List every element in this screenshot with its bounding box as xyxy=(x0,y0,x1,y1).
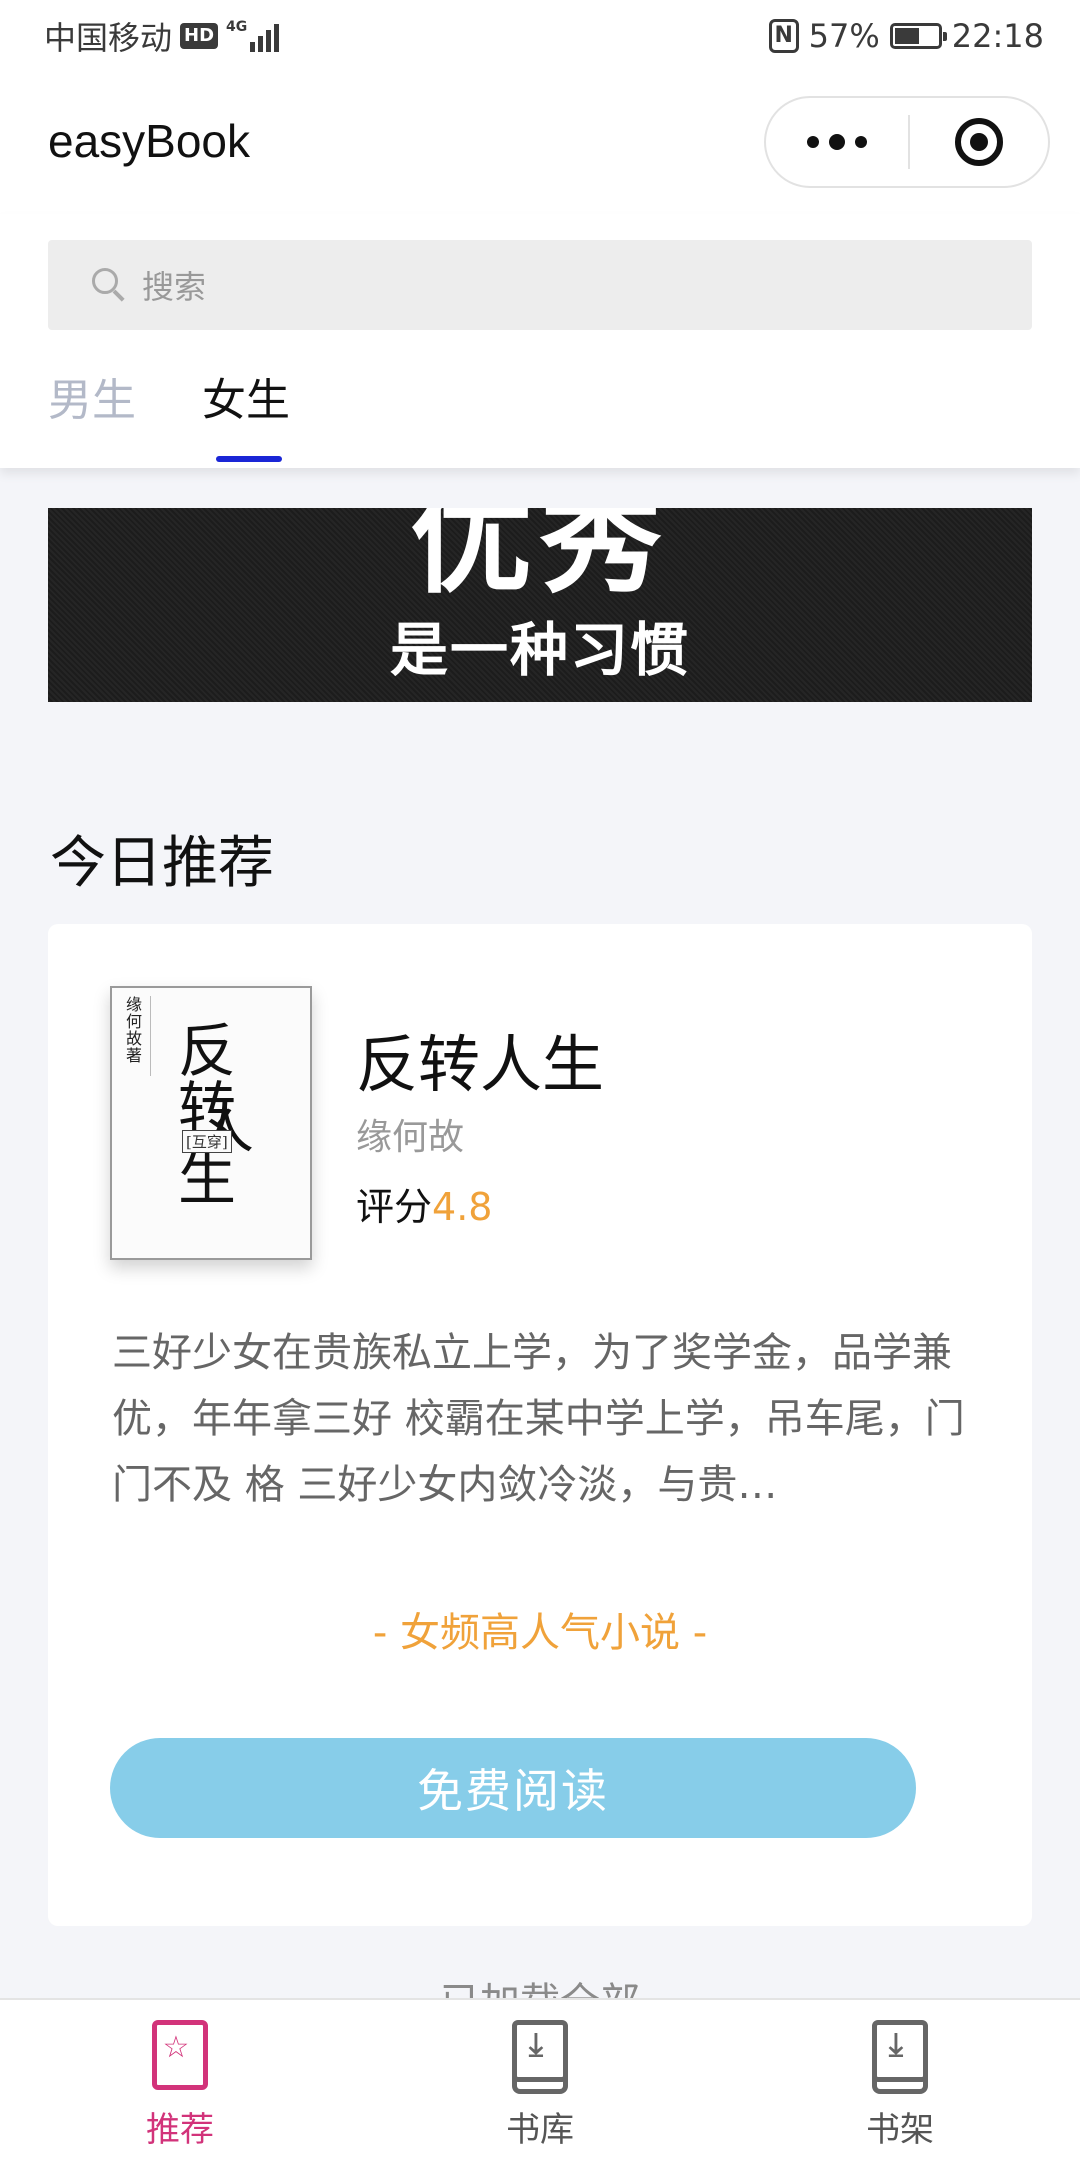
app-header: easyBook xyxy=(0,74,1080,214)
nav-item-recommend[interactable]: ☆ 推荐 xyxy=(0,2000,360,2160)
bottom-nav: ☆ 推荐 ⤓ 书库 ⤓ 书架 xyxy=(0,1998,1080,2160)
mini-program-capsule xyxy=(764,96,1050,188)
book-tagline: - 女频高人气小说 - xyxy=(372,1610,708,1656)
book-summary: 三好少女在贵族私立上学，为了奖学金，品学兼优，年年拿三好 校霸在某中学上学，吊车… xyxy=(112,1330,965,1508)
nav-label: 书库 xyxy=(506,2110,574,2150)
status-right: N 57% 22:18 xyxy=(768,14,1044,58)
promo-banner[interactable]: 优秀 是一种习惯 xyxy=(48,508,1032,702)
search-placeholder: 搜索 xyxy=(142,268,207,306)
nfc-icon: N xyxy=(768,19,799,53)
rating-value: 4.8 xyxy=(432,1185,493,1229)
tab-label: 女生 xyxy=(202,375,290,426)
nav-item-library[interactable]: ⤓ 书库 xyxy=(360,2000,720,2160)
tab-label: 男生 xyxy=(48,375,136,426)
network-label: 4G xyxy=(226,19,248,35)
target-icon xyxy=(955,118,1003,166)
cover-title: 反 转 人 生 xyxy=(178,1022,258,1208)
download-book-icon: ⤓ xyxy=(508,2020,572,2098)
section-title: 今日推荐 xyxy=(50,831,274,896)
book-cover[interactable]: 缘何故著 反 转 人 生 [互穿] xyxy=(110,986,312,1260)
banner-subline: 是一种习惯 xyxy=(389,616,690,684)
cover-divider xyxy=(150,996,163,1076)
book-author: 缘何故 xyxy=(356,1117,465,1158)
tab-female[interactable]: 女生 xyxy=(202,364,290,468)
download-book-icon: ⤓ xyxy=(868,2020,932,2098)
nav-label: 推荐 xyxy=(146,2110,214,2150)
book-title[interactable]: 反转人生 xyxy=(356,1014,604,1104)
app-title: easyBook xyxy=(48,115,251,167)
search-icon xyxy=(92,268,126,302)
search-input[interactable]: 搜索 xyxy=(48,240,1032,330)
rating-label: 评分 xyxy=(356,1185,433,1229)
gender-tabs: 男生 女生 xyxy=(48,364,290,468)
status-bar: 中国移动 HD 4G N 57% 22:18 xyxy=(0,0,1080,74)
tab-male[interactable]: 男生 xyxy=(48,364,136,468)
clock: 22:18 xyxy=(951,17,1044,55)
search-tabs-panel: 搜索 男生 女生 xyxy=(0,214,1080,468)
status-left: 中国移动 HD 4G xyxy=(44,14,280,58)
cover-title-char: 反 xyxy=(178,1017,237,1085)
cover-tag: [互穿] xyxy=(182,1130,232,1153)
carrier-label: 中国移动 xyxy=(44,19,173,57)
star-book-icon: ☆ xyxy=(148,2020,212,2098)
recommendation-card: 缘何故著 反 转 人 生 [互穿] 反转人生 缘何故 评分4.8 三好少女在贵族… xyxy=(48,924,1032,1926)
ellipsis-icon xyxy=(807,136,819,148)
battery-icon xyxy=(889,23,947,49)
banner-headline: 优秀 xyxy=(410,508,670,610)
hd-badge: HD xyxy=(180,23,219,49)
more-button[interactable] xyxy=(766,98,908,186)
book-rating: 评分4.8 xyxy=(356,1176,492,1231)
tab-active-indicator xyxy=(216,456,282,462)
battery-percent: 57% xyxy=(808,17,880,55)
nav-label: 书架 xyxy=(866,2110,934,2150)
signal-icon: 4G xyxy=(226,19,280,52)
close-button[interactable] xyxy=(910,98,1048,186)
free-read-button[interactable]: 免费阅读 xyxy=(110,1738,916,1838)
cover-author: 缘何故著 xyxy=(126,995,143,1065)
nav-item-bookshelf[interactable]: ⤓ 书架 xyxy=(720,2000,1080,2160)
